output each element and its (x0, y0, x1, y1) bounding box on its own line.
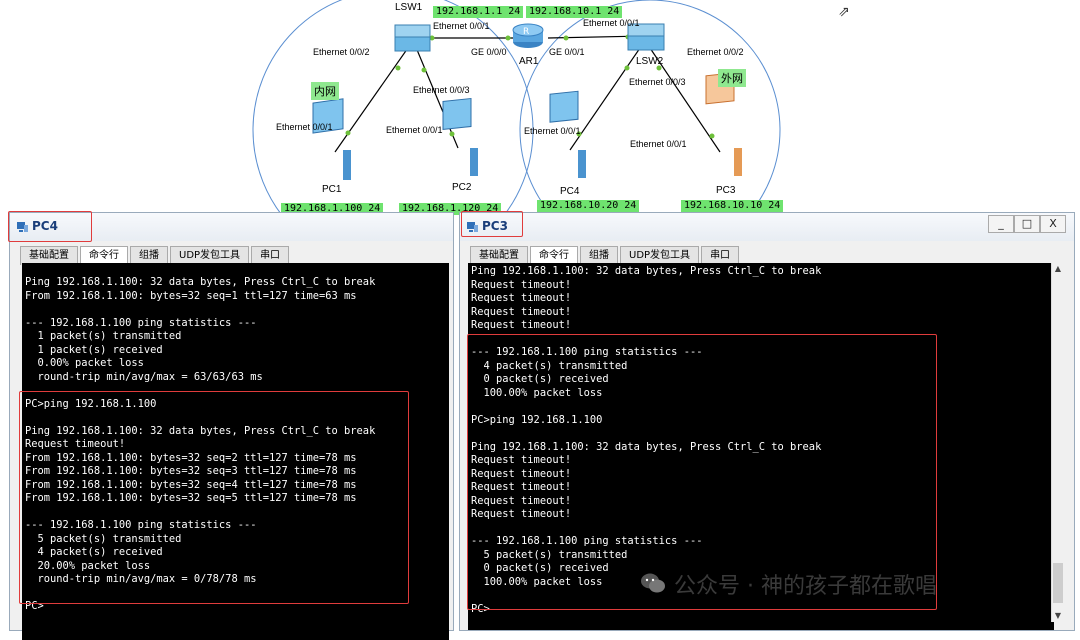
topology-links: R (252, 0, 781, 215)
ip-label-ar1-left: 192.168.1.1 24 (433, 6, 524, 18)
port-label: Ethernet 0/0/1 (433, 21, 490, 31)
maximize-button[interactable]: □ (1014, 215, 1040, 233)
terminal-line: Request timeout! (471, 319, 572, 331)
watermark-text: 公众号 · 神的孩子都在歌唱 (674, 574, 937, 599)
port-label: Ethernet 0/0/1 (276, 122, 333, 132)
ip-label-pc3: 192.168.10.10 24 (681, 200, 784, 212)
device-label-lsw1: LSW1 (395, 2, 423, 13)
port-label: Ethernet 0/0/3 (629, 77, 686, 87)
port-label: Ethernet 0/0/3 (413, 85, 470, 95)
pc3-titlebar[interactable]: PC3 _ □ X (460, 213, 1074, 241)
device-label-lsw2: LSW2 (636, 56, 664, 67)
device-label-pc3: PC3 (716, 185, 736, 196)
scroll-down-icon[interactable]: ▼ (1052, 610, 1064, 622)
terminal-line: --- 192.168.1.100 ping statistics --- (25, 316, 257, 329)
terminal-line: 1 packet(s) received (25, 343, 163, 356)
tab-bar: 基础配置 命令行 组播 UDP发包工具 串口 (470, 243, 741, 265)
scroll-thumb[interactable] (1053, 563, 1063, 603)
pc-icon (312, 98, 351, 180)
minimize-button[interactable]: _ (988, 215, 1014, 233)
ip-label-pc4: 192.168.10.20 24 (537, 200, 640, 212)
port-label: Ethernet 0/0/1 (630, 139, 687, 149)
terminal-line: From 192.168.1.100: bytes=32 seq=1 ttl=1… (25, 289, 357, 302)
router-icon: R (512, 23, 544, 48)
highlight-box (461, 211, 523, 237)
switch-icon (394, 24, 431, 52)
svg-text:R: R (523, 27, 529, 37)
terminal-line: round-trip min/avg/max = 63/63/63 ms (25, 370, 263, 383)
mouse-cursor-icon: ⇗ (838, 4, 850, 20)
terminal-line: 0.00% packet loss (25, 357, 144, 369)
port-label: GE 0/0/1 (549, 47, 585, 57)
device-label-pc1: PC1 (322, 184, 342, 195)
terminal-line: Ping 192.168.1.100: 32 data bytes, Press… (25, 276, 376, 288)
topology-canvas: R ⇗ LSW1 AR1 LSW2 PC1 PC2 PC4 PC3 内网 外网 … (0, 0, 1080, 215)
terminal-line: Request timeout! (471, 278, 572, 291)
terminal-line: Request timeout! (471, 305, 572, 318)
tab-bar: 基础配置 命令行 组播 UDP发包工具 串口 (20, 243, 291, 265)
device-label-pc2: PC2 (452, 182, 472, 193)
zone-label-inner: 内网 (311, 82, 339, 100)
port-label: GE 0/0/0 (471, 47, 507, 57)
pc-icon (442, 97, 478, 176)
pc-icon (705, 72, 742, 176)
scroll-up-icon[interactable]: ▲ (1052, 263, 1064, 275)
port-label: Ethernet 0/0/1 (524, 126, 581, 136)
close-button[interactable]: X (1040, 215, 1066, 233)
device-label-ar1: AR1 (519, 56, 539, 67)
highlight-box (8, 211, 92, 242)
device-label-pc4: PC4 (560, 186, 580, 197)
terminal-line: Ping 192.168.1.100: 32 data bytes, Press… (471, 265, 822, 277)
ip-label-ar1-right: 192.168.10.1 24 (526, 6, 623, 18)
port-label: Ethernet 0/0/2 (687, 47, 744, 57)
vertical-scrollbar[interactable]: ▲ ▼ (1051, 263, 1064, 622)
wechat-icon (641, 573, 665, 593)
zone-label-outer: 外网 (718, 69, 746, 87)
terminal-line: 1 packet(s) transmitted (25, 330, 182, 342)
port-label: Ethernet 0/0/1 (583, 18, 640, 28)
port-label: Ethernet 0/0/2 (313, 47, 370, 57)
port-label: Ethernet 0/0/1 (386, 125, 443, 135)
terminal-line: Request timeout! (471, 292, 572, 304)
highlight-box (19, 391, 409, 604)
